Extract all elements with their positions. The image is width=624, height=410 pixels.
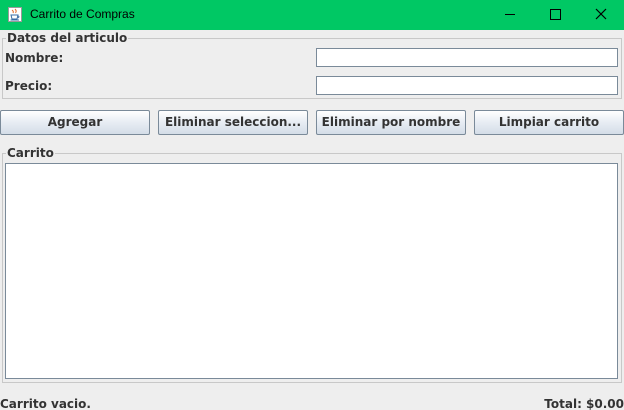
clear-cart-button[interactable]: Limpiar carrito [474, 110, 624, 135]
name-label: Nombre: [5, 51, 64, 65]
cart-legend: Carrito [7, 146, 54, 160]
title-bar[interactable]: Carrito de Compras [0, 0, 624, 30]
java-cup-icon [8, 7, 22, 22]
status-message: Carrito vacio. [0, 397, 91, 410]
close-icon [595, 8, 607, 20]
minimize-button[interactable] [487, 0, 533, 30]
price-label: Precio: [5, 79, 53, 93]
window-title: Carrito de Compras [30, 7, 135, 21]
item-details-legend: Datos del articulo [7, 31, 128, 45]
total-label: Total: $0.00 [544, 397, 624, 410]
remove-selected-button[interactable]: Eliminar seleccion... [158, 110, 308, 135]
price-input[interactable] [316, 76, 618, 95]
name-input[interactable] [316, 48, 618, 67]
cart-list[interactable] [5, 163, 618, 379]
close-button[interactable] [578, 0, 624, 30]
minimize-icon [505, 14, 515, 15]
remove-by-name-button[interactable]: Eliminar por nombre [316, 110, 466, 135]
app-window: Carrito de Compras Datos del articulo No… [0, 0, 624, 410]
maximize-icon [550, 9, 561, 20]
add-button[interactable]: Agregar [0, 110, 150, 135]
maximize-button[interactable] [532, 0, 578, 30]
